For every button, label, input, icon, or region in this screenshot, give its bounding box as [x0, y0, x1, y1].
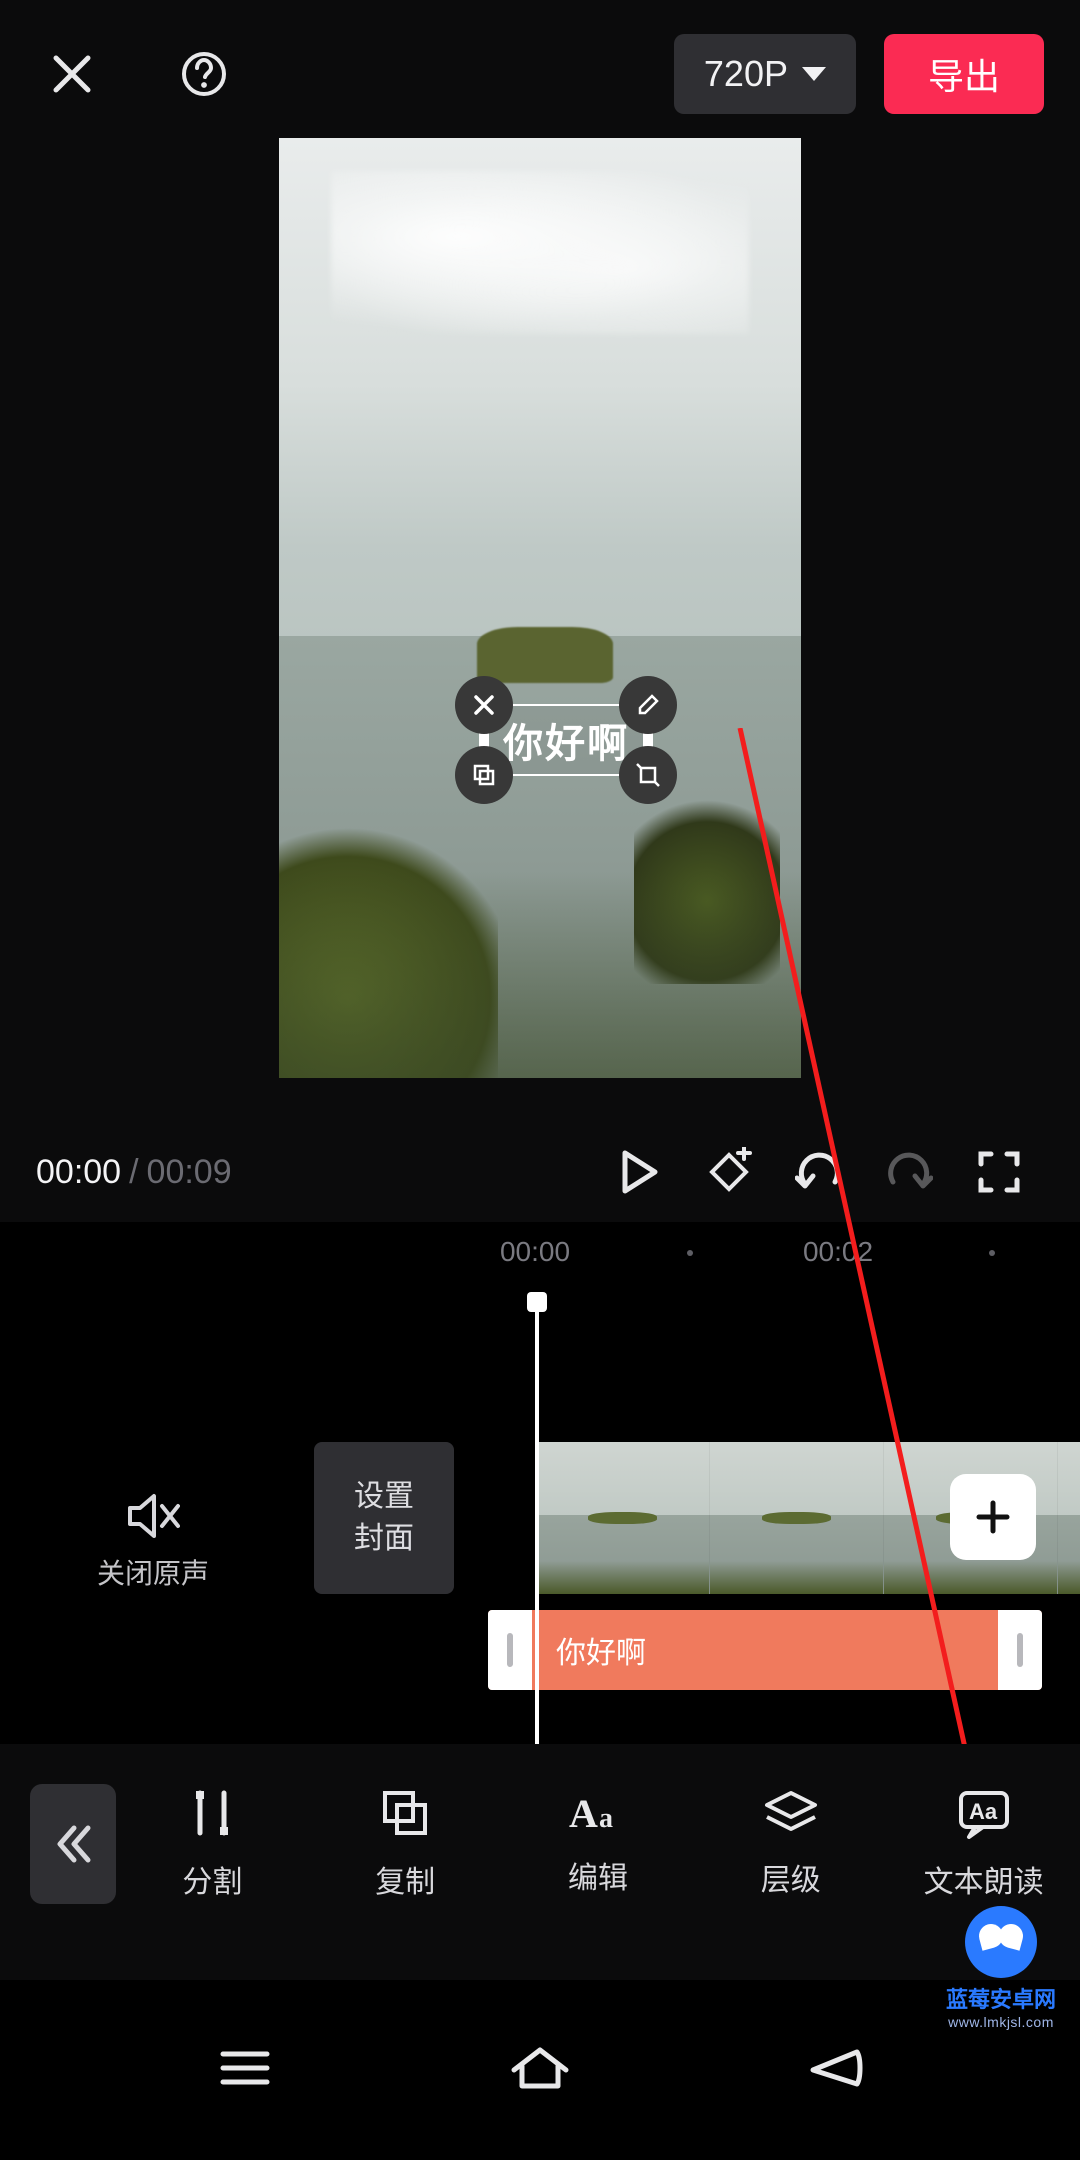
pencil-icon [635, 692, 661, 718]
header-bar: 720P 导出 [0, 24, 1080, 124]
tool-tts-label: 文本朗读 [924, 1857, 1044, 1901]
play-button[interactable] [594, 1136, 684, 1208]
redo-icon [885, 1150, 933, 1194]
preview-sky [279, 138, 801, 683]
clip-trim-handle-right[interactable] [998, 1610, 1042, 1690]
watermark: 蓝莓安卓网 www.lmkjsl.com [946, 1906, 1056, 2030]
watermark-url: www.lmkjsl.com [946, 2014, 1056, 2030]
rotate-scale-icon [635, 762, 661, 788]
text-edit-handle[interactable] [619, 676, 677, 734]
plus-icon [973, 1497, 1013, 1537]
total-duration: 00:09 [147, 1153, 232, 1192]
back-icon [807, 2046, 863, 2090]
help-icon [180, 50, 228, 98]
tool-copy[interactable]: 复制 [309, 1787, 502, 1901]
keyframe-button[interactable] [684, 1136, 774, 1208]
copy-icon [471, 762, 497, 788]
text-clip-label: 你好啊 [556, 1628, 646, 1672]
transport-bar: 00:00 / 00:09 [0, 1122, 1080, 1222]
watermark-title: 蓝莓安卓网 [946, 1982, 1056, 2014]
menu-icon [217, 2046, 273, 2090]
tool-edit-label: 编辑 [568, 1853, 628, 1897]
svg-text:Aa: Aa [969, 1799, 998, 1824]
text-overlay-element[interactable]: 你好啊 [483, 704, 649, 776]
undo-icon [795, 1150, 843, 1194]
close-icon [50, 52, 94, 96]
nav-home-button[interactable] [508, 2044, 572, 2097]
fullscreen-button[interactable] [954, 1136, 1044, 1208]
resolution-label: 720P [704, 53, 788, 95]
add-clip-button[interactable] [950, 1474, 1036, 1560]
clip-trim-handle-left[interactable] [488, 1610, 532, 1690]
tool-edit[interactable]: Aa 编辑 [502, 1791, 695, 1897]
watermark-logo-icon [965, 1906, 1037, 1978]
help-button[interactable] [168, 38, 240, 110]
set-cover-button[interactable]: 设置 封面 [314, 1442, 454, 1594]
copy-icon [379, 1787, 431, 1839]
video-thumbnail [1058, 1442, 1080, 1594]
tool-layer-label: 层级 [761, 1855, 821, 1899]
video-thumbnail [710, 1442, 884, 1594]
mute-original-audio-button[interactable]: 关闭原声 [0, 1492, 306, 1592]
video-thumbnail [536, 1442, 710, 1594]
undo-button[interactable] [774, 1136, 864, 1208]
toolbar-back-button[interactable] [30, 1784, 116, 1904]
close-button[interactable] [36, 38, 108, 110]
text-edit-icon: Aa [569, 1791, 627, 1835]
home-icon [508, 2044, 572, 2092]
current-time: 00:00 [36, 1153, 121, 1192]
export-button[interactable]: 导出 [884, 34, 1044, 114]
keyframe-add-icon [704, 1147, 754, 1197]
ruler-dot [687, 1250, 693, 1256]
export-label: 导出 [928, 48, 1000, 100]
redo-button[interactable] [864, 1136, 954, 1208]
text-delete-handle[interactable] [455, 676, 513, 734]
speaker-mute-icon [126, 1492, 180, 1540]
chevron-double-left-icon [54, 1822, 92, 1866]
chevron-down-icon [802, 67, 826, 81]
video-preview[interactable]: 你好啊 [279, 138, 801, 1078]
close-icon [471, 692, 497, 718]
layers-icon [763, 1789, 819, 1837]
tool-split-label: 分割 [182, 1857, 242, 1901]
play-icon [619, 1149, 659, 1195]
text-clip[interactable]: 你好啊 [488, 1610, 1042, 1690]
resolution-button[interactable]: 720P [674, 34, 856, 114]
nav-recent-button[interactable] [217, 2046, 273, 2095]
ruler-dot [989, 1250, 995, 1256]
bottom-toolbar: 分割 复制 Aa 编辑 层级 Aa 文本朗读 [0, 1744, 1080, 1944]
set-cover-label: 设置 封面 [354, 1476, 414, 1560]
tool-split[interactable]: 分割 [116, 1787, 309, 1901]
tool-copy-label: 复制 [375, 1857, 435, 1901]
text-overlay-box[interactable]: 你好啊 [483, 704, 649, 776]
time-ruler: 00:00 00:02 [0, 1236, 1080, 1286]
tool-text-to-speech[interactable]: Aa 文本朗读 [887, 1787, 1080, 1901]
ruler-tick: 00:00 [500, 1236, 570, 1268]
time-separator: / [129, 1153, 138, 1192]
text-rotate-handle[interactable] [619, 746, 677, 804]
svg-text:a: a [599, 1803, 613, 1834]
svg-text:A: A [569, 1791, 598, 1835]
split-icon [188, 1787, 236, 1839]
text-overlay-content: 你好啊 [503, 711, 629, 769]
tool-layer[interactable]: 层级 [694, 1789, 887, 1899]
mute-label: 关闭原声 [0, 1552, 306, 1592]
fullscreen-icon [977, 1150, 1021, 1194]
ruler-tick: 00:02 [803, 1236, 873, 1268]
system-nav-bar [0, 1980, 1080, 2160]
nav-back-button[interactable] [807, 2046, 863, 2095]
tts-icon: Aa [955, 1787, 1013, 1839]
text-copy-handle[interactable] [455, 746, 513, 804]
